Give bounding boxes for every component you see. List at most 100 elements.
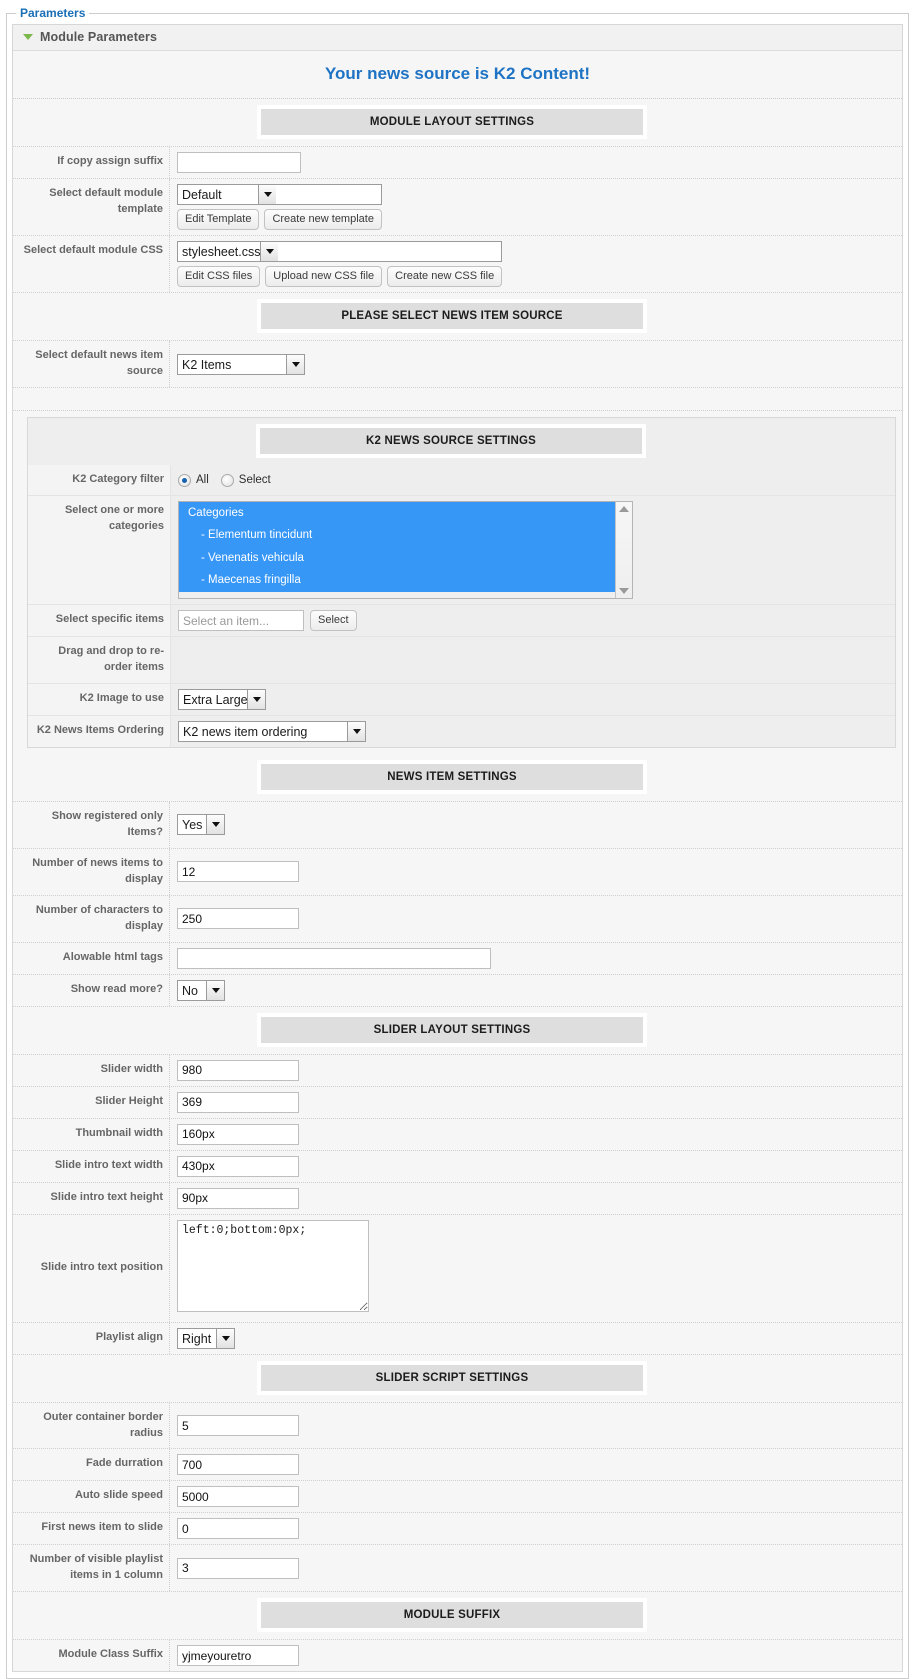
k2-image-select[interactable]: Extra Large	[178, 688, 266, 710]
label-first-item: First news item to slide	[13, 1513, 170, 1545]
section-header-spacer	[13, 105, 257, 139]
row-num-chars: Number of characters to display	[13, 895, 902, 943]
create-new-css-file-button[interactable]: Create new CSS file	[387, 266, 503, 288]
label-intro-height: Slide intro text height	[13, 1182, 170, 1214]
control-thumb-width	[170, 1119, 902, 1150]
label-thumb-width: Thumbnail width	[13, 1118, 170, 1150]
section-header-module-layout: MODULE LAYOUT SETTINGS	[13, 99, 902, 147]
control-category-filter: All Select	[171, 465, 895, 495]
control-module-css: stylesheet.css Edit CSS files Upload new…	[170, 236, 902, 292]
scroll-up-icon[interactable]	[619, 506, 629, 512]
module-class-suffix-input[interactable]	[177, 1645, 299, 1667]
control-drag-drop[interactable]	[171, 637, 895, 683]
categories-scrollbar[interactable]	[615, 502, 632, 598]
slider-height-input[interactable]	[177, 1091, 299, 1113]
section-header-label: NEWS ITEM SETTINGS	[261, 763, 643, 790]
chevron-down-icon[interactable]	[206, 815, 224, 835]
chevron-down-icon[interactable]	[347, 721, 365, 741]
html-tags-input[interactable]	[177, 947, 491, 969]
intro-text-height-input[interactable]	[177, 1187, 299, 1209]
copy-suffix-input[interactable]	[177, 152, 301, 173]
control-num-items	[170, 849, 902, 895]
border-radius-input[interactable]	[177, 1415, 299, 1437]
row-visible-playlist: Number of visible playlist items in 1 co…	[13, 1545, 902, 1593]
fade-duration-input[interactable]	[177, 1454, 299, 1476]
categories-listbox[interactable]: Categories - Elementum tincidunt - Venen…	[178, 501, 633, 599]
label-k2-ordering: K2 News Items Ordering	[28, 715, 171, 747]
auto-slide-speed-input[interactable]	[177, 1486, 299, 1508]
parameters-fieldset: Parameters Module Parameters Your news s…	[6, 6, 909, 1679]
k2-ordering-select[interactable]: K2 news item ordering	[178, 720, 366, 742]
chevron-down-icon[interactable]	[258, 185, 276, 204]
list-item[interactable]: - Maecenas fringilla	[179, 569, 615, 592]
read-more-select[interactable]: No	[177, 979, 225, 1001]
specific-items-input[interactable]	[178, 610, 304, 632]
row-intro-position: Slide intro text position left:0;bottom:…	[13, 1214, 902, 1323]
row-num-items: Number of news items to display	[13, 848, 902, 896]
intro-text-width-input[interactable]	[177, 1155, 299, 1177]
intro-text-position-textarea[interactable]: left:0;bottom:0px;	[177, 1219, 369, 1312]
list-item[interactable]: Categories	[179, 502, 615, 525]
num-items-input[interactable]	[177, 861, 299, 883]
label-slider-width: Slider width	[13, 1054, 170, 1086]
news-item-source-select[interactable]: K2 Items	[177, 353, 305, 375]
triangle-down-icon[interactable]	[23, 34, 33, 40]
visible-playlist-items-input[interactable]	[177, 1557, 299, 1579]
module-parameters-header[interactable]: Module Parameters	[13, 25, 902, 51]
control-intro-height	[170, 1183, 902, 1214]
control-auto-slide-speed	[170, 1481, 902, 1512]
list-item[interactable]: - Elementum tincidunt	[179, 524, 615, 547]
label-module-template: Select default module template	[13, 179, 170, 236]
edit-css-files-button[interactable]: Edit CSS files	[177, 266, 261, 288]
row-html-tags: Alowable html tags	[13, 942, 902, 975]
label-module-css: Select default module CSS	[13, 236, 170, 293]
label-k2-image: K2 Image to use	[28, 683, 171, 715]
scroll-down-icon[interactable]	[619, 588, 629, 594]
module-template-select[interactable]: Default	[177, 184, 382, 205]
control-playlist-align: Right	[170, 1323, 902, 1354]
control-specific-items: Select	[171, 605, 895, 636]
chevron-down-icon[interactable]	[216, 1328, 234, 1348]
row-categories: Select one or more categories Categories…	[28, 496, 895, 605]
chevron-down-icon[interactable]	[286, 354, 304, 374]
row-module-css: Select default module CSS stylesheet.css…	[13, 236, 902, 294]
row-slider-height: Slider Height	[13, 1086, 902, 1119]
first-news-item-input[interactable]	[177, 1518, 299, 1540]
control-categories: Categories - Elementum tincidunt - Venen…	[171, 496, 895, 604]
label-module-class-suffix: Module Class Suffix	[13, 1640, 170, 1672]
num-chars-input[interactable]	[177, 908, 299, 930]
label-border-radius: Outer container border radius	[13, 1402, 170, 1449]
module-css-select[interactable]: stylesheet.css	[177, 241, 503, 263]
section-header-label: MODULE LAYOUT SETTINGS	[261, 109, 643, 135]
row-drag-drop: Drag and drop to re-order items	[28, 637, 895, 684]
edit-template-button[interactable]: Edit Template	[177, 209, 260, 231]
control-news-item-source: K2 Items	[170, 341, 902, 387]
select-item-button[interactable]: Select	[310, 610, 357, 632]
row-copy-suffix: If copy assign suffix	[13, 147, 902, 179]
section-header-spacer	[13, 1013, 257, 1047]
label-news-item-source: Select default news item source	[13, 341, 170, 388]
spacer-row	[13, 388, 902, 412]
control-border-radius	[170, 1403, 902, 1449]
row-specific-items: Select specific items Select	[28, 605, 895, 638]
playlist-align-select[interactable]: Right	[177, 1327, 235, 1349]
section-header-label: PLEASE SELECT NEWS ITEM SOURCE	[261, 303, 643, 330]
registered-only-select[interactable]: Yes	[177, 814, 225, 836]
control-read-more: No	[170, 975, 902, 1006]
list-item[interactable]: - Venenatis vehicula	[179, 546, 615, 570]
row-category-filter: K2 Category filter All Select	[28, 465, 895, 496]
row-thumb-width: Thumbnail width	[13, 1118, 902, 1151]
chevron-down-icon[interactable]	[247, 689, 265, 709]
slider-width-input[interactable]	[177, 1059, 299, 1081]
thumbnail-width-input[interactable]	[177, 1123, 299, 1145]
label-read-more: Show read more?	[13, 974, 170, 1006]
chevron-down-icon[interactable]	[206, 980, 224, 1000]
upload-new-css-file-button[interactable]: Upload new CSS file	[265, 266, 383, 288]
module-parameters-title: Module Parameters	[40, 30, 158, 44]
row-border-radius: Outer container border radius	[13, 1402, 902, 1450]
create-new-template-button[interactable]: Create new template	[264, 209, 382, 231]
radio-select[interactable]	[220, 473, 234, 487]
control-registered-only: Yes	[170, 802, 902, 848]
chevron-down-icon[interactable]	[260, 242, 278, 262]
radio-all[interactable]	[178, 473, 191, 487]
